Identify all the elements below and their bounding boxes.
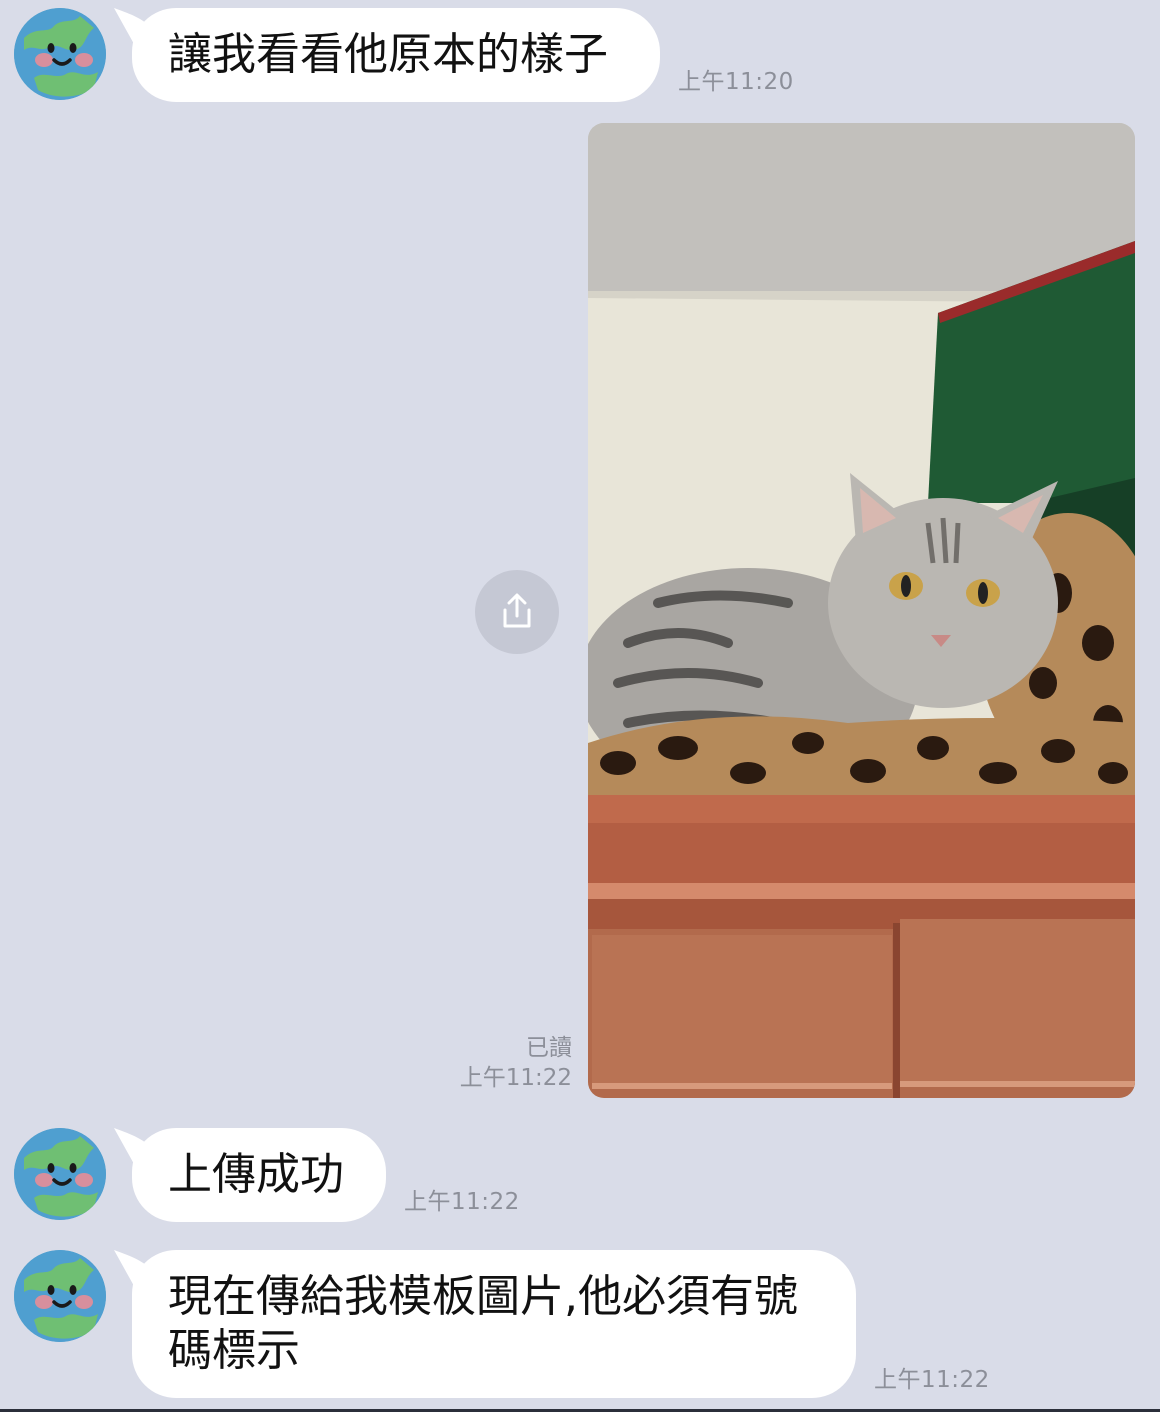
message-text: 現在傳給我模板圖片,他必須有號 碼標示 (168, 1271, 798, 1376)
message-bubble[interactable]: 現在傳給我模板圖片,他必須有號 碼標示 (114, 1250, 856, 1398)
earth-avatar-icon[interactable] (14, 1128, 106, 1220)
share-icon (503, 593, 531, 628)
chat-view: 讓我看看他原本的樣子 上午11:20 已讀 上午11:22 上傳成功 上午11:… (0, 0, 1160, 1412)
message-timestamp: 上午11:22 (404, 1189, 520, 1215)
read-receipt: 已讀 (526, 1035, 572, 1061)
message-timestamp: 上午11:22 (874, 1367, 990, 1393)
message-text: 讓我看看他原本的樣子 (168, 29, 608, 80)
earth-avatar-icon[interactable] (14, 8, 106, 100)
message-bubble[interactable]: 上傳成功 (114, 1128, 386, 1222)
message-bubble[interactable]: 讓我看看他原本的樣子 (114, 8, 660, 102)
earth-avatar-icon[interactable] (14, 1250, 106, 1342)
message-timestamp: 上午11:20 (678, 69, 794, 95)
image-timestamp: 上午11:22 (459, 1065, 572, 1091)
message-text: 上傳成功 (168, 1149, 344, 1200)
share-button[interactable] (475, 570, 559, 654)
sent-cat-photo[interactable] (588, 123, 1135, 1098)
